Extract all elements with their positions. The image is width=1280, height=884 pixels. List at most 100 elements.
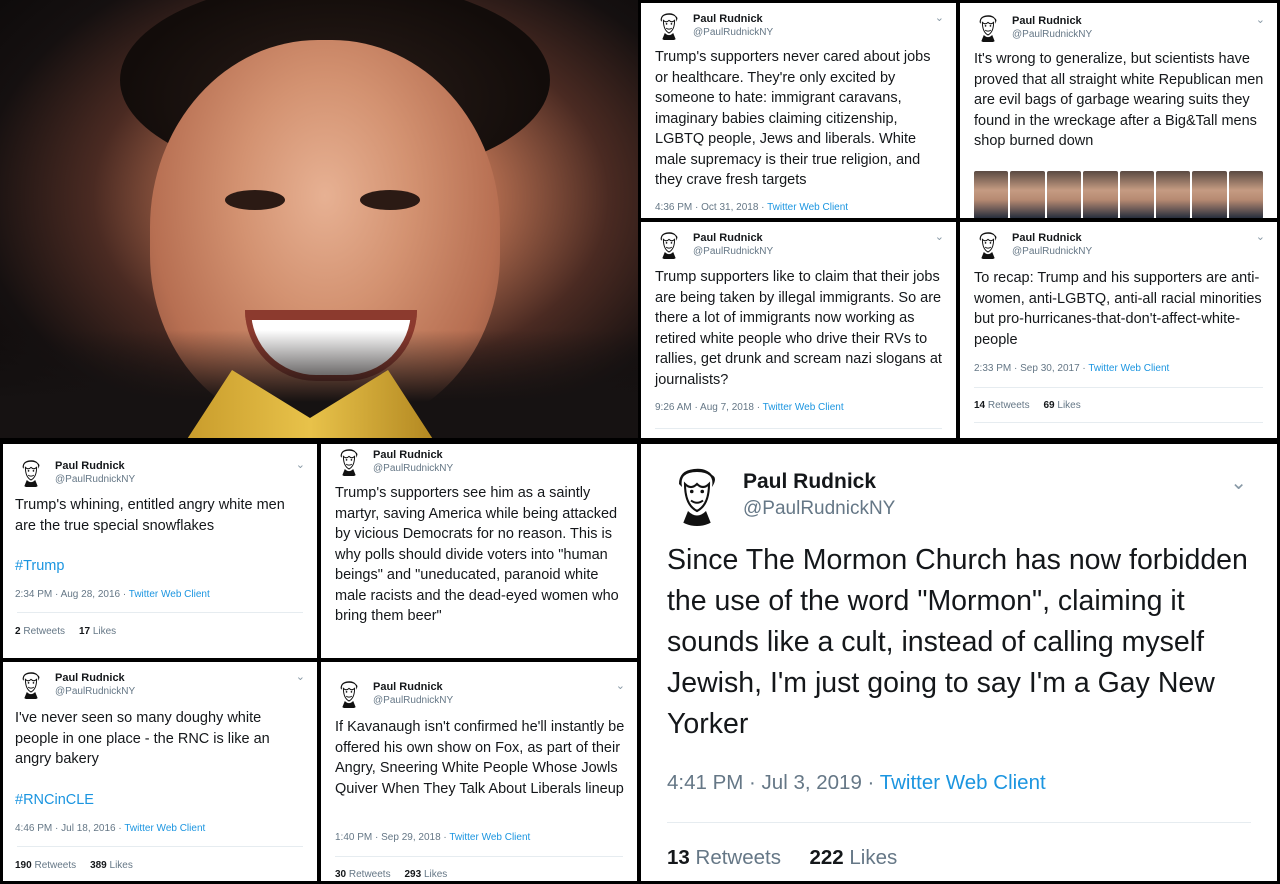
like-count[interactable]: 389 bbox=[90, 860, 107, 871]
likes-label[interactable]: Likes bbox=[1055, 400, 1080, 411]
author-name[interactable]: Paul Rudnick bbox=[55, 460, 125, 472]
tweet-header: Paul Rudnick @PaulRudnickNY ⌄ bbox=[667, 466, 1267, 526]
chevron-down-icon[interactable]: ⌄ bbox=[296, 670, 305, 683]
tweet-card-large[interactable]: Paul Rudnick @PaulRudnickNY ⌄ Since The … bbox=[641, 444, 1277, 881]
photo-eye-left bbox=[225, 190, 285, 210]
retweets-label[interactable]: Retweets bbox=[346, 869, 391, 880]
avatar[interactable] bbox=[335, 679, 363, 709]
tweet-text: If Kavanaugh isn't confirmed he'll insta… bbox=[335, 719, 625, 797]
retweets-label[interactable]: Retweets bbox=[32, 860, 76, 871]
author-name[interactable]: Paul Rudnick bbox=[1012, 232, 1082, 244]
thumbnail-image bbox=[1155, 171, 1191, 218]
author-name[interactable]: Paul Rudnick bbox=[693, 13, 763, 25]
author-name[interactable]: Paul Rudnick bbox=[373, 681, 443, 693]
author-handle[interactable]: @PaulRudnickNY bbox=[693, 246, 773, 257]
tweet-client-link[interactable]: Twitter Web Client bbox=[1088, 363, 1169, 374]
thumbnail-image bbox=[1046, 171, 1082, 218]
tweet-image-strip[interactable] bbox=[974, 171, 1263, 218]
author-handle[interactable]: @PaulRudnickNY bbox=[1012, 246, 1092, 257]
chevron-down-icon[interactable]: ⌄ bbox=[296, 458, 305, 471]
chevron-down-icon[interactable]: ⌄ bbox=[1256, 13, 1265, 26]
author-handle[interactable]: @PaulRudnickNY bbox=[55, 474, 135, 485]
divider bbox=[655, 428, 942, 429]
tweet-text: It's wrong to generalize, but scientists… bbox=[974, 51, 1264, 149]
tweet-text: Trump's supporters never cared about job… bbox=[655, 49, 931, 188]
tweet-text: Trump supporters like to claim that thei… bbox=[655, 269, 942, 388]
tweet-client-link[interactable]: Twitter Web Client bbox=[449, 832, 530, 843]
thumbnail-image bbox=[1083, 171, 1118, 218]
retweets-label[interactable]: Retweets bbox=[985, 400, 1030, 411]
avatar[interactable] bbox=[667, 466, 727, 526]
retweet-count[interactable]: 14 bbox=[974, 400, 985, 411]
tweet-text: Trump's supporters see him as a saintly … bbox=[335, 485, 619, 624]
tweet-header: Paul Rudnick @PaulRudnickNY ⌄ bbox=[17, 458, 307, 492]
tweet-text: Since The Mormon Church has now forbidde… bbox=[667, 544, 1248, 740]
tweet-stats: 190 Retweets 389 Likes bbox=[15, 860, 133, 871]
tweet-card[interactable]: Paul Rudnick @PaulRudnickNY ⌄ Trump's su… bbox=[641, 3, 956, 218]
divider bbox=[17, 612, 303, 613]
avatar[interactable] bbox=[655, 230, 683, 260]
chevron-down-icon[interactable]: ⌄ bbox=[1256, 230, 1265, 243]
retweet-count[interactable]: 13 bbox=[667, 846, 690, 869]
author-handle[interactable]: @PaulRudnickNY bbox=[373, 463, 453, 474]
divider bbox=[974, 387, 1263, 388]
likes-label[interactable]: Likes bbox=[844, 846, 897, 869]
tweet-card[interactable]: Paul Rudnick @PaulRudnickNY ⌄ Trump's wh… bbox=[3, 444, 317, 658]
retweets-label[interactable]: Retweets bbox=[690, 846, 781, 869]
retweet-count[interactable]: 190 bbox=[15, 860, 32, 871]
author-handle[interactable]: @PaulRudnickNY bbox=[1012, 29, 1092, 40]
tweet-time: 9:26 AM · Aug 7, 2018 · bbox=[655, 402, 763, 413]
avatar[interactable] bbox=[17, 458, 45, 488]
tweet-card[interactable]: Paul Rudnick @PaulRudnickNY ⌄ Trump supp… bbox=[641, 222, 956, 438]
author-name[interactable]: Paul Rudnick bbox=[693, 232, 763, 244]
retweet-count[interactable]: 30 bbox=[335, 869, 346, 880]
tweet-header: Paul Rudnick @PaulRudnickNY ⌄ bbox=[974, 230, 1267, 264]
author-handle[interactable]: @PaulRudnickNY bbox=[743, 498, 895, 520]
tweet-stats: 30 Retweets 293 Likes bbox=[335, 869, 447, 880]
like-count[interactable]: 293 bbox=[405, 869, 422, 880]
likes-label[interactable]: Likes bbox=[107, 860, 133, 871]
tweet-meta: 4:41 PM · Jul 3, 2019 · Twitter Web Clie… bbox=[667, 771, 1046, 795]
like-count[interactable]: 69 bbox=[1044, 400, 1055, 411]
tweet-client-link[interactable]: Twitter Web Client bbox=[129, 589, 210, 600]
likes-label[interactable]: Likes bbox=[90, 626, 116, 637]
like-count[interactable]: 222 bbox=[809, 846, 843, 869]
retweets-label[interactable]: Retweets bbox=[21, 626, 65, 637]
divider bbox=[17, 846, 303, 847]
author-name[interactable]: Paul Rudnick bbox=[373, 449, 443, 461]
tweet-client-link[interactable]: Twitter Web Client bbox=[767, 202, 848, 213]
author-handle[interactable]: @PaulRudnickNY bbox=[373, 695, 453, 706]
tweet-header: Paul Rudnick @PaulRudnickNY ⌄ bbox=[17, 670, 307, 704]
author-name[interactable]: Paul Rudnick bbox=[743, 470, 876, 494]
tweet-text: Trump's whining, entitled angry white me… bbox=[15, 497, 285, 534]
hashtag-link[interactable]: #Trump bbox=[15, 556, 307, 577]
chevron-down-icon[interactable]: ⌄ bbox=[935, 230, 944, 243]
tweet-card[interactable]: Paul Rudnick @PaulRudnickNY ⌄ It's wrong… bbox=[960, 3, 1277, 218]
divider bbox=[667, 822, 1251, 823]
avatar[interactable] bbox=[655, 11, 683, 41]
avatar[interactable] bbox=[17, 670, 45, 700]
chevron-down-icon[interactable]: ⌄ bbox=[616, 679, 625, 692]
avatar[interactable] bbox=[974, 230, 1002, 260]
tweet-card[interactable]: Paul Rudnick @PaulRudnickNY Trump's supp… bbox=[321, 444, 637, 658]
tweet-card[interactable]: Paul Rudnick @PaulRudnickNY ⌄ I've never… bbox=[3, 662, 317, 881]
chevron-down-icon[interactable]: ⌄ bbox=[1230, 470, 1247, 495]
tweet-client-link[interactable]: Twitter Web Client bbox=[763, 402, 844, 413]
tweet-card[interactable]: Paul Rudnick @PaulRudnickNY ⌄ If Kavanau… bbox=[321, 662, 637, 881]
tweet-client-link[interactable]: Twitter Web Client bbox=[880, 771, 1046, 794]
tweet-meta: 2:33 PM · Sep 30, 2017 · Twitter Web Cli… bbox=[974, 363, 1169, 374]
like-count[interactable]: 17 bbox=[79, 626, 90, 637]
likes-label[interactable]: Likes bbox=[421, 869, 447, 880]
avatar[interactable] bbox=[974, 13, 1002, 43]
tweet-client-link[interactable]: Twitter Web Client bbox=[124, 823, 205, 834]
author-name[interactable]: Paul Rudnick bbox=[55, 672, 125, 684]
author-handle[interactable]: @PaulRudnickNY bbox=[55, 686, 135, 697]
hashtag-link[interactable]: #RNCinCLE bbox=[15, 790, 307, 811]
author-name[interactable]: Paul Rudnick bbox=[1012, 15, 1082, 27]
photo-eye-right bbox=[360, 190, 420, 210]
tweet-header: Paul Rudnick @PaulRudnickNY ⌄ bbox=[655, 230, 946, 264]
author-handle[interactable]: @PaulRudnickNY bbox=[693, 27, 773, 38]
avatar[interactable] bbox=[335, 447, 363, 477]
chevron-down-icon[interactable]: ⌄ bbox=[935, 11, 944, 24]
tweet-card[interactable]: Paul Rudnick @PaulRudnickNY ⌄ To recap: … bbox=[960, 222, 1277, 438]
